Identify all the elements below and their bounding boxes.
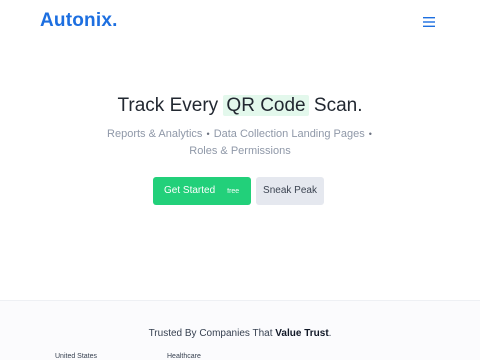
trusted-emphasis: Value Trust	[275, 328, 329, 339]
hamburger-menu-icon[interactable]	[420, 14, 438, 30]
hero-headline: Track Every QR Code Scan.	[0, 95, 480, 117]
company-label: United States	[55, 353, 98, 360]
feature-separator: •	[206, 129, 210, 139]
feature-separator: •	[368, 129, 372, 139]
feature-item: Reports & Analytics	[107, 128, 203, 140]
feature-list: Reports & Analytics • Data Collection La…	[100, 126, 380, 160]
feature-item: Data Collection Landing Pages	[213, 128, 365, 140]
get-started-button[interactable]: Get Started free	[153, 177, 251, 205]
brand-logo[interactable]: Autonix.	[40, 10, 118, 32]
trusted-suffix: .	[328, 328, 332, 339]
headline-suffix: Scan.	[313, 95, 363, 116]
headline-prefix: Track Every	[117, 95, 219, 116]
sneak-peak-button[interactable]: Sneak Peak	[256, 177, 324, 205]
company-label: Healthcare	[167, 353, 201, 360]
feature-item: Roles & Permissions	[189, 145, 291, 157]
trusted-prefix: Trusted By Companies That	[148, 328, 273, 339]
get-started-label: Get Started	[164, 185, 216, 196]
trusted-heading: Trusted By Companies That Value Trust.	[0, 328, 480, 339]
headline-highlight: QR Code	[223, 95, 309, 116]
free-tag: free	[227, 188, 240, 195]
